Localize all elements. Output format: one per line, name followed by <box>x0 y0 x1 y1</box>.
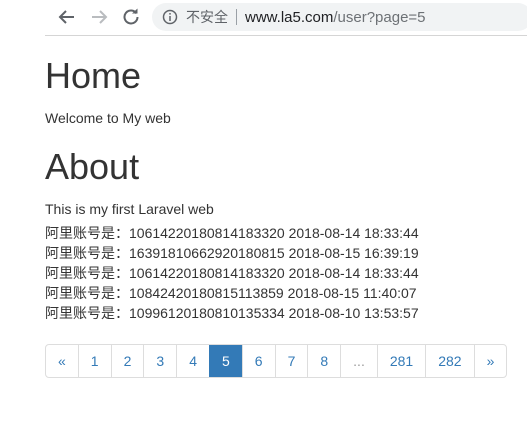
page-link-4[interactable]: 4 <box>176 345 209 377</box>
list-item: 阿里账号是：10614220180814183320 2018-08-14 18… <box>45 225 419 241</box>
welcome-text: Welcome to My web <box>45 110 171 126</box>
pagination-prev[interactable]: « <box>46 345 78 377</box>
home-heading: Home <box>45 55 142 96</box>
page-link-2[interactable]: 2 <box>110 345 144 377</box>
forward-arrow-icon[interactable] <box>88 6 110 28</box>
url-path: /user?page=5 <box>333 8 426 26</box>
pagination: « 1 2 3 4 5 6 7 8 ... 281 282 » <box>45 344 508 378</box>
browser-toolbar: 不安全 www.la5.com/user?page=5 <box>0 0 527 34</box>
list-item: 阿里账号是：10614220180814183320 2018-08-14 18… <box>45 265 419 281</box>
security-label: 不安全 <box>186 9 228 25</box>
page-link-5-active[interactable]: 5 <box>208 345 242 377</box>
page-content: Home Welcome to My web About This is my … <box>45 36 515 323</box>
account-list: 阿里账号是：10614220180814183320 2018-08-14 18… <box>45 223 515 323</box>
list-item: 阿里账号是：16391810662920180815 2018-08-15 16… <box>45 245 419 261</box>
list-item: 阿里账号是：10842420180815113859 2018-08-15 11… <box>45 285 417 301</box>
pagination-ellipsis: ... <box>340 345 377 377</box>
url-host: www.la5.com <box>245 8 334 26</box>
address-bar[interactable]: 不安全 www.la5.com/user?page=5 <box>152 3 527 31</box>
page-link-7[interactable]: 7 <box>274 345 308 377</box>
page-link-3[interactable]: 3 <box>143 345 176 377</box>
page-link-6[interactable]: 6 <box>241 345 275 377</box>
about-text: This is my first Laravel web <box>45 201 214 217</box>
reload-icon[interactable] <box>120 6 142 28</box>
list-item: 阿里账号是：10996120180810135334 2018-08-10 13… <box>45 305 419 321</box>
address-divider <box>236 9 237 25</box>
about-heading: About <box>45 146 140 187</box>
page-link-1[interactable]: 1 <box>77 345 111 377</box>
pagination-next[interactable]: » <box>473 345 507 377</box>
page-link-281[interactable]: 281 <box>376 345 425 377</box>
page-link-8[interactable]: 8 <box>307 345 340 377</box>
info-icon[interactable] <box>162 9 178 25</box>
page-link-282[interactable]: 282 <box>425 345 473 377</box>
back-arrow-icon[interactable] <box>56 6 78 28</box>
